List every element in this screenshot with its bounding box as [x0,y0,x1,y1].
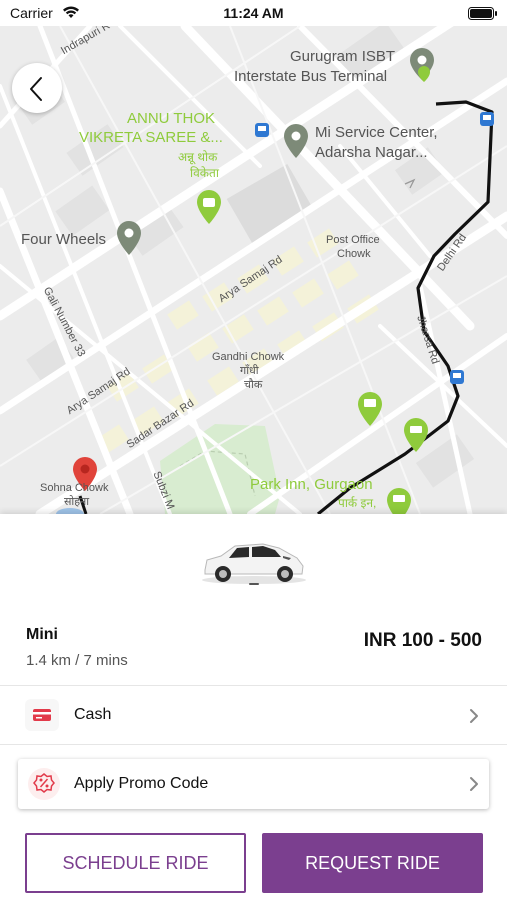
map-view[interactable]: Gurugram ISBT Interstate Bus Terminal AN… [0,26,507,514]
chevron-left-icon [30,77,42,101]
place-gandhi-hindi2: चौक [244,379,263,391]
place-sohna-chowk: Sohna Chowk [40,482,109,494]
ride-panel: Mini 1.4 km / 7 mins INR 100 - 500 Cash … [0,514,507,900]
schedule-ride-button[interactable]: SCHEDULE RIDE [25,833,246,893]
map-pin-shop [358,392,382,426]
place-isbt-line2: Interstate Bus Terminal [234,68,388,85]
place-mi-line1: Mi Service Center, [315,124,438,141]
status-time: 11:24 AM [223,5,284,21]
request-ride-button[interactable]: REQUEST RIDE [262,833,483,893]
apply-promo-label: Apply Promo Code [74,775,209,792]
battery-icon [468,7,497,20]
back-button[interactable] [12,63,62,113]
place-gandhi-chowk: Gandhi Chowk [212,351,285,363]
place-four-wheels: Four Wheels [21,231,107,248]
place-mi-line2: Adarsha Nagar... [315,144,428,161]
map-pin-hotel [404,418,428,452]
place-post-office-line1: Post Office [326,234,380,246]
apply-promo-row[interactable]: Apply Promo Code [18,759,489,809]
map-pin-four-wheels [117,221,141,255]
status-bar: Carrier 11:24 AM [0,0,507,26]
place-annu-line1: ANNU THOK [127,110,216,127]
chevron-right-icon [470,709,478,723]
place-park-inn: Park Inn, Gurgaon [250,476,373,493]
place-annu-hindi1: अन्नू थोक [178,150,218,164]
divider [0,744,507,745]
place-annu-hindi2: विकेता [190,166,219,180]
chevron-right-icon [470,777,478,791]
market-area [97,228,379,454]
place-annu-line2: VIKRETA SAREE &... [79,129,223,146]
place-sohna-hindi: सोहना [64,496,90,508]
bus-stop-icon [450,370,464,384]
discount-icon [28,768,60,800]
place-post-office-line2: Chowk [337,248,371,260]
payment-method-label: Cash [74,706,112,723]
place-gandhi-hindi1: गाँधी [240,365,259,377]
place-park-inn-hindi: पार्क इन, [338,496,377,510]
payment-method-row[interactable]: Cash [0,686,507,744]
card-icon [25,699,59,731]
ride-fare-estimate: INR 100 - 500 [363,630,482,651]
map-pin-annu [197,190,221,224]
ride-distance-time: 1.4 km / 7 mins [26,652,128,669]
bus-stop-icon [480,112,494,126]
car-icon[interactable] [199,536,309,588]
ride-type-name: Mini [26,626,58,643]
bus-stop-icon [255,123,269,137]
map-pin-park-inn [387,488,411,514]
place-isbt-line1: Gurugram ISBT [290,48,396,65]
